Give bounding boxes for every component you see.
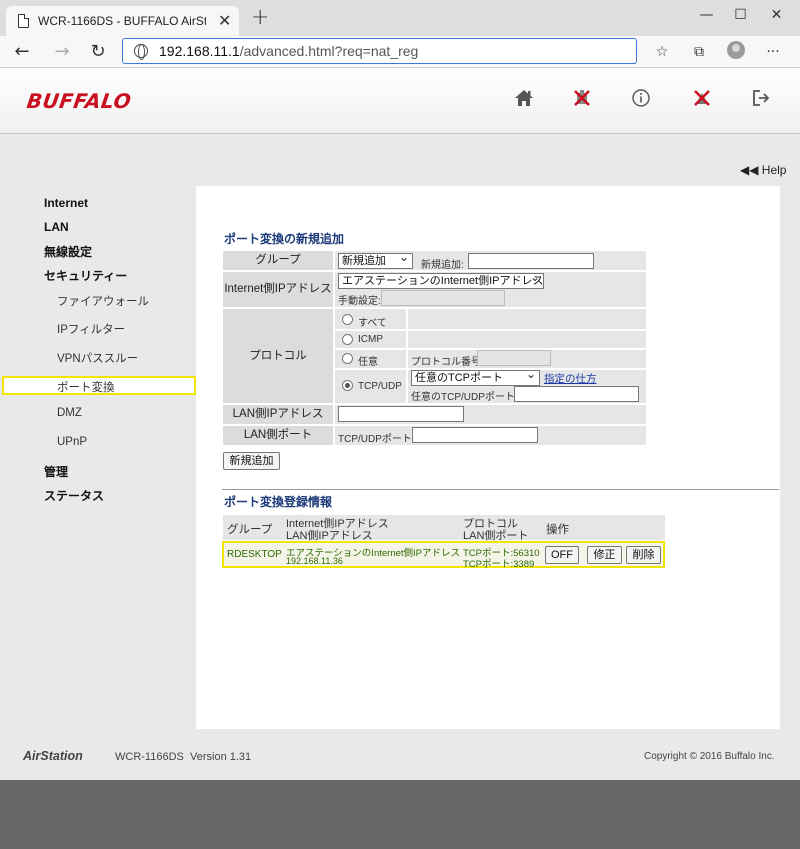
radio-protocol-any-label: 任意 (358, 357, 378, 368)
protocol-number-input[interactable] (477, 350, 551, 366)
footer-version: Version 1.31 (190, 751, 252, 763)
url-input[interactable]: 192.168.11.1/advanced.html?req=nat_reg (122, 38, 637, 64)
delete-button[interactable]: 削除 (626, 546, 661, 564)
protocol-all-extra-cell (408, 309, 646, 329)
wan-ip-label-cell: Internet側IPアドレス (223, 272, 333, 307)
any-port-label: 任意のTCP/UDPポート: (411, 392, 518, 403)
off-button[interactable]: OFF (545, 546, 579, 564)
globe-icon (134, 44, 148, 60)
radio-protocol-all[interactable] (342, 314, 353, 325)
internet-disconnect-icon[interactable] (690, 88, 714, 112)
forward-arrow-icon[interactable]: → (48, 39, 76, 65)
radio-protocol-tcpudp[interactable] (342, 380, 353, 391)
edit-button[interactable]: 修正 (587, 546, 622, 564)
col-group-header: グループ (227, 524, 273, 536)
radio-protocol-tcpudp-label: TCP/UDP (358, 381, 402, 392)
address-bar-row: ← → ↻ 192.168.11.1/advanced.html?req=nat… (0, 36, 800, 68)
below-page-area (0, 780, 800, 849)
sidebar-item-internet[interactable]: Internet (44, 196, 88, 210)
buffalo-logo: BUFFALO (25, 89, 133, 113)
sidebar-item-security[interactable]: セキュリティー (44, 267, 127, 284)
browser-tab[interactable]: WCR-1166DS - BUFFALO AirStation ✕ (6, 6, 239, 36)
radio-protocol-icmp[interactable] (342, 334, 353, 345)
refresh-icon[interactable]: ↻ (84, 39, 112, 65)
home-icon[interactable] (512, 88, 536, 112)
section-divider (222, 489, 779, 490)
sidebar-item-status[interactable]: ステータス (44, 487, 104, 504)
col-operations-header: 操作 (546, 524, 569, 536)
more-menu-icon[interactable]: ··· (762, 41, 784, 63)
radio-protocol-any[interactable] (342, 353, 353, 364)
sidebar-item-lan[interactable]: LAN (44, 220, 69, 234)
back-arrow-icon[interactable]: ← (8, 39, 36, 65)
sidebar-item-dmz[interactable]: DMZ (57, 407, 82, 419)
group-select[interactable]: 新規追加 (338, 253, 413, 269)
airstation-logo: AirStation (23, 749, 83, 763)
sidebar-item-vpn-passthrough[interactable]: VPNパススルー (57, 350, 138, 366)
lan-ip-label-cell: LAN側IPアドレス (223, 405, 333, 424)
footer-copyright: Copyright © 2016 Buffalo Inc. (644, 751, 775, 762)
sidebar-item-wireless[interactable]: 無線設定 (44, 243, 92, 260)
row-group: RDESKTOP (227, 549, 282, 560)
footer-model: WCR-1166DS (115, 751, 184, 763)
tab-close-icon[interactable]: ✕ (218, 11, 231, 31)
logout-icon[interactable] (749, 88, 773, 112)
sidebar-item-port-forwarding[interactable]: ポート変換 (57, 379, 115, 395)
sidebar-item-upnp[interactable]: UPnP (57, 436, 87, 448)
add-section-title: ポート変換の新規追加 (224, 232, 345, 246)
add-new-button[interactable]: 新規追加 (223, 452, 280, 470)
row-lan-ip: 192.168.11.36 (286, 556, 343, 566)
sidebar-item-firewall[interactable]: ファイアウォール (57, 293, 149, 309)
radio-protocol-all-label: すべて (358, 318, 387, 329)
group-new-input[interactable] (468, 253, 594, 269)
lan-ip-input[interactable] (338, 406, 464, 422)
group-label-cell: グループ (223, 251, 333, 270)
protocol-icmp-extra-cell (408, 331, 646, 348)
help-link[interactable]: ◀◀ Help (740, 163, 786, 177)
info-icon[interactable] (629, 88, 653, 112)
profile-avatar[interactable] (727, 41, 745, 59)
favorites-star-icon[interactable]: ☆ (651, 41, 673, 63)
manual-ip-input[interactable] (381, 290, 505, 306)
manual-setting-label: 手動設定: (338, 296, 381, 307)
registered-section-title: ポート変換登録情報 (224, 495, 333, 509)
port-type-select[interactable]: 任意のTCPポート (411, 370, 540, 386)
lan-port-field-label: TCP/UDPポート: (338, 434, 415, 445)
collections-icon[interactable]: ⧉ (688, 41, 710, 63)
group-new-label: 新規追加: (421, 260, 464, 271)
row-lan-port: TCPポート:3389 (463, 559, 535, 570)
sidebar-item-ip-filter[interactable]: IPフィルター (57, 321, 125, 337)
page-favicon-icon (18, 14, 29, 28)
protocol-label-cell: プロトコル (223, 309, 333, 403)
tab-title: WCR-1166DS - BUFFALO AirStation (38, 14, 206, 28)
radio-protocol-icmp-label: ICMP (358, 334, 383, 345)
browser-tab-bar: WCR-1166DS - BUFFALO AirStation ✕ + — ☐ … (0, 0, 800, 36)
protocol-number-label: プロトコル番号: (411, 357, 484, 368)
url-text: 192.168.11.1/advanced.html?req=nat_reg (159, 43, 419, 59)
window-close-button[interactable]: ✕ (754, 0, 799, 32)
howto-link[interactable]: 指定の仕方 (544, 371, 597, 386)
any-port-input[interactable] (514, 386, 639, 402)
lan-port-label-cell: LAN側ポート (223, 426, 333, 445)
wan-ip-select[interactable]: エアステーションのInternet側IPアドレス (338, 273, 544, 289)
new-tab-button[interactable]: + (251, 6, 269, 30)
lan-port-input[interactable] (412, 427, 538, 443)
sidebar-item-admin[interactable]: 管理 (44, 463, 68, 480)
wireless-off-icon[interactable] (570, 88, 594, 112)
